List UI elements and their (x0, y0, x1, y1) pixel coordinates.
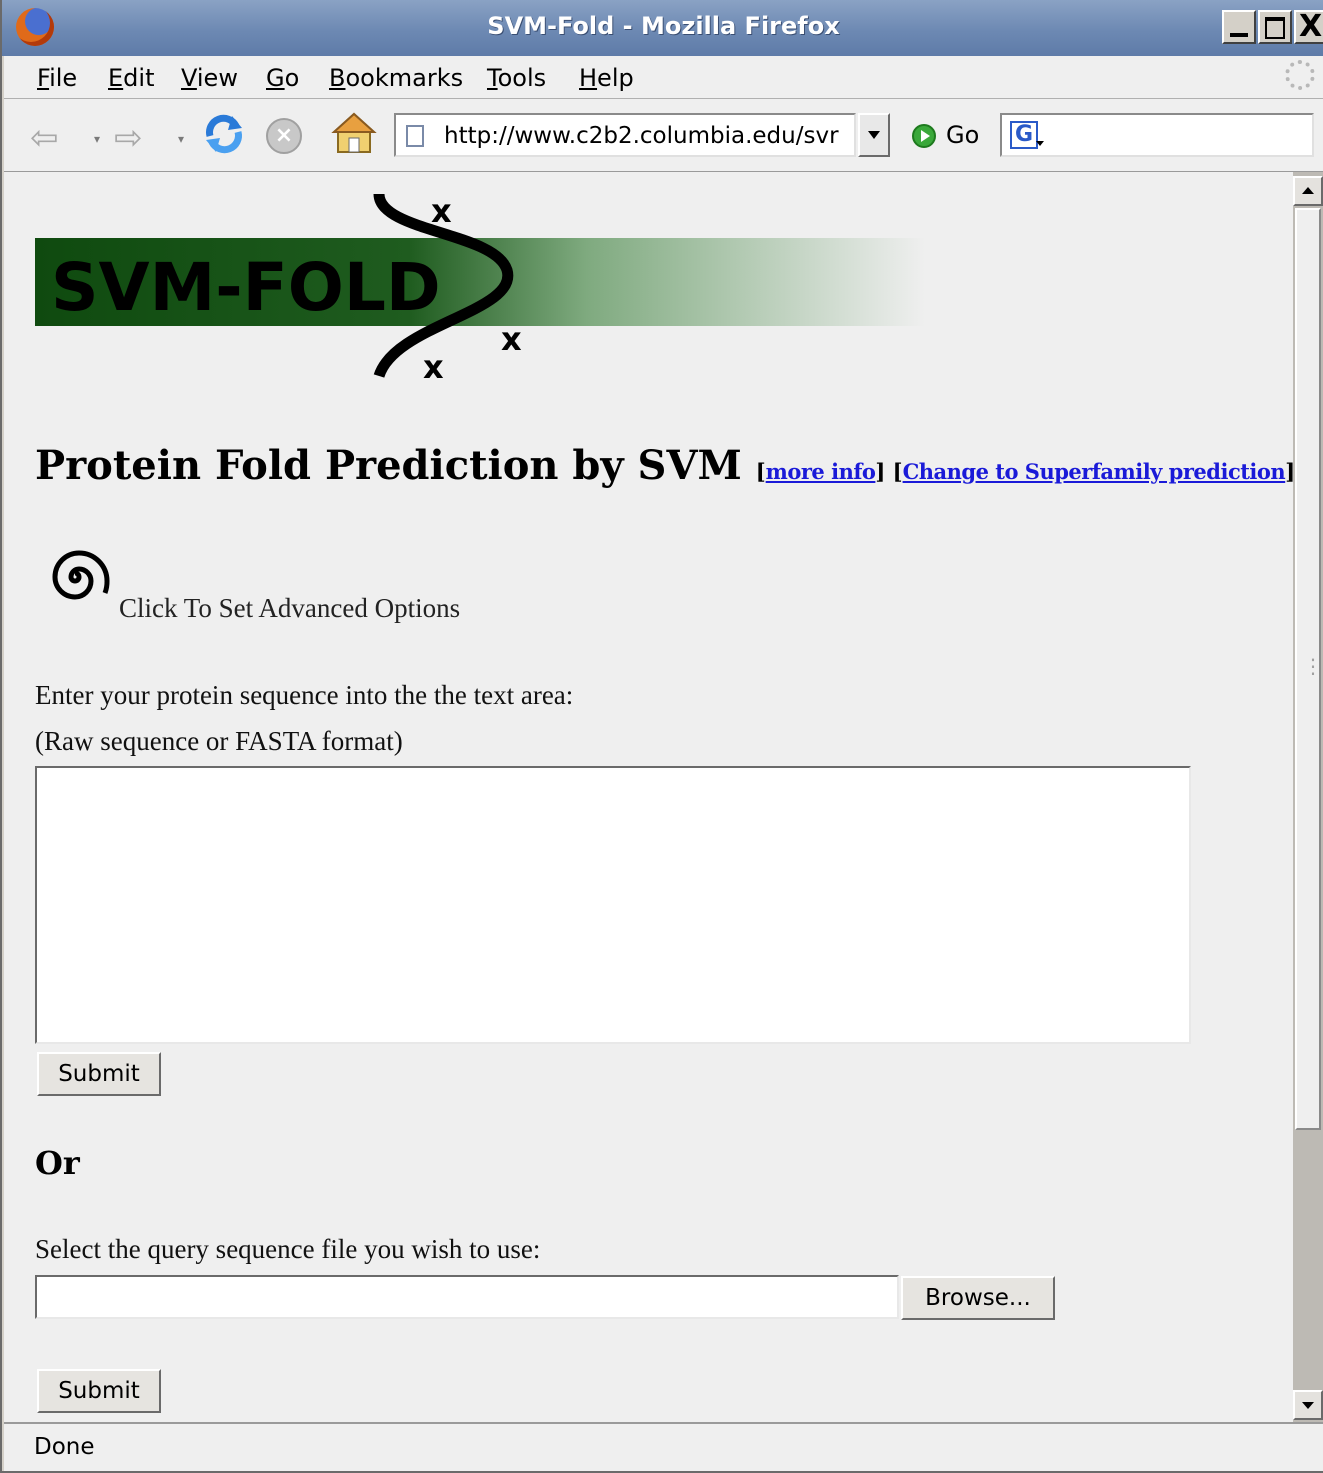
menu-edit[interactable]: Edit (108, 64, 154, 92)
superfamily-link[interactable]: Change to Superfamily prediction (903, 459, 1286, 484)
browse-button[interactable]: Browse... (901, 1276, 1055, 1320)
minimize-button[interactable] (1222, 10, 1256, 44)
svg-text:x: x (423, 348, 444, 386)
back-arrow-icon: ⇦ (30, 118, 59, 158)
vertical-scrollbar[interactable] (1293, 172, 1323, 1422)
stop-icon[interactable]: × (266, 118, 302, 154)
google-search-engine-icon[interactable]: G (1010, 121, 1044, 149)
or-heading: Or (35, 1144, 80, 1182)
logo-text: SVM-FOLD (51, 249, 441, 326)
file-instruction: Select the query sequence file you wish … (35, 1234, 541, 1264)
page-content: SVM-FOLD x x x Protein Fold Prediction b… (4, 172, 1293, 1422)
home-icon[interactable] (330, 110, 378, 158)
address-bar[interactable]: http://www.c2b2.columbia.edu/svr (394, 113, 856, 157)
sequence-format-note: (Raw sequence or FASTA format) (35, 726, 403, 756)
menu-help[interactable]: Help (579, 64, 634, 92)
window-title: SVM-Fold - Mozilla Firefox (487, 12, 840, 40)
scroll-down-button[interactable] (1293, 1390, 1323, 1420)
address-dropdown-button[interactable] (858, 113, 890, 157)
close-window-button[interactable]: X (1294, 9, 1323, 44)
menu-tools[interactable]: Tools (487, 64, 546, 92)
advanced-options-label[interactable]: Click To Set Advanced Options (119, 593, 460, 624)
reload-icon[interactable] (202, 112, 246, 156)
file-path-input[interactable] (35, 1275, 899, 1319)
forward-arrow-icon: ⇨ (114, 118, 143, 158)
svg-text:x: x (431, 192, 452, 230)
page-title-text: Protein Fold Prediction by SVM (35, 442, 742, 489)
sequence-instruction: Enter your protein sequence into the the… (35, 680, 574, 710)
page-title: Protein Fold Prediction by SVM [more inf… (35, 442, 1293, 489)
svg-text:x: x (501, 320, 522, 358)
maximize-button[interactable] (1258, 10, 1292, 44)
go-button[interactable]: Go (946, 121, 979, 149)
menu-view[interactable]: View (181, 64, 238, 92)
menu-bar: File Edit View Go Bookmarks Tools Help (4, 56, 1323, 99)
menu-go[interactable]: Go (266, 64, 299, 92)
throbber-icon (1285, 60, 1315, 90)
menu-file[interactable]: File (37, 64, 77, 92)
menu-bookmarks[interactable]: Bookmarks (329, 64, 463, 92)
more-info-link[interactable]: more info (766, 459, 876, 484)
spiral-icon[interactable] (35, 537, 115, 617)
forward-button[interactable]: ⇨ (114, 113, 164, 157)
go-icon[interactable] (912, 124, 936, 148)
submit-file-button[interactable]: Submit (37, 1369, 161, 1413)
status-text: Done (34, 1434, 95, 1460)
scroll-thumb[interactable] (1295, 208, 1323, 1130)
scroll-up-button[interactable] (1293, 176, 1323, 206)
page-icon (406, 125, 424, 147)
close-icon: X (1299, 9, 1323, 44)
status-bar: Done (4, 1422, 1323, 1471)
svm-fold-logo: SVM-FOLD x x x (35, 192, 925, 386)
back-history-dropdown-icon[interactable]: ▾ (94, 132, 100, 146)
sequence-textarea[interactable] (35, 766, 1191, 1044)
address-text[interactable]: http://www.c2b2.columbia.edu/svr (444, 123, 848, 149)
search-bar[interactable]: G (1000, 113, 1314, 157)
browser-window: SVM-Fold - Mozilla Firefox X File Edit V… (0, 0, 1323, 1473)
submit-sequence-button[interactable]: Submit (37, 1052, 161, 1096)
forward-history-dropdown-icon[interactable]: ▾ (178, 132, 184, 146)
back-button[interactable]: ⇦ (30, 113, 80, 157)
title-bar[interactable]: SVM-Fold - Mozilla Firefox X (2, 0, 1323, 56)
